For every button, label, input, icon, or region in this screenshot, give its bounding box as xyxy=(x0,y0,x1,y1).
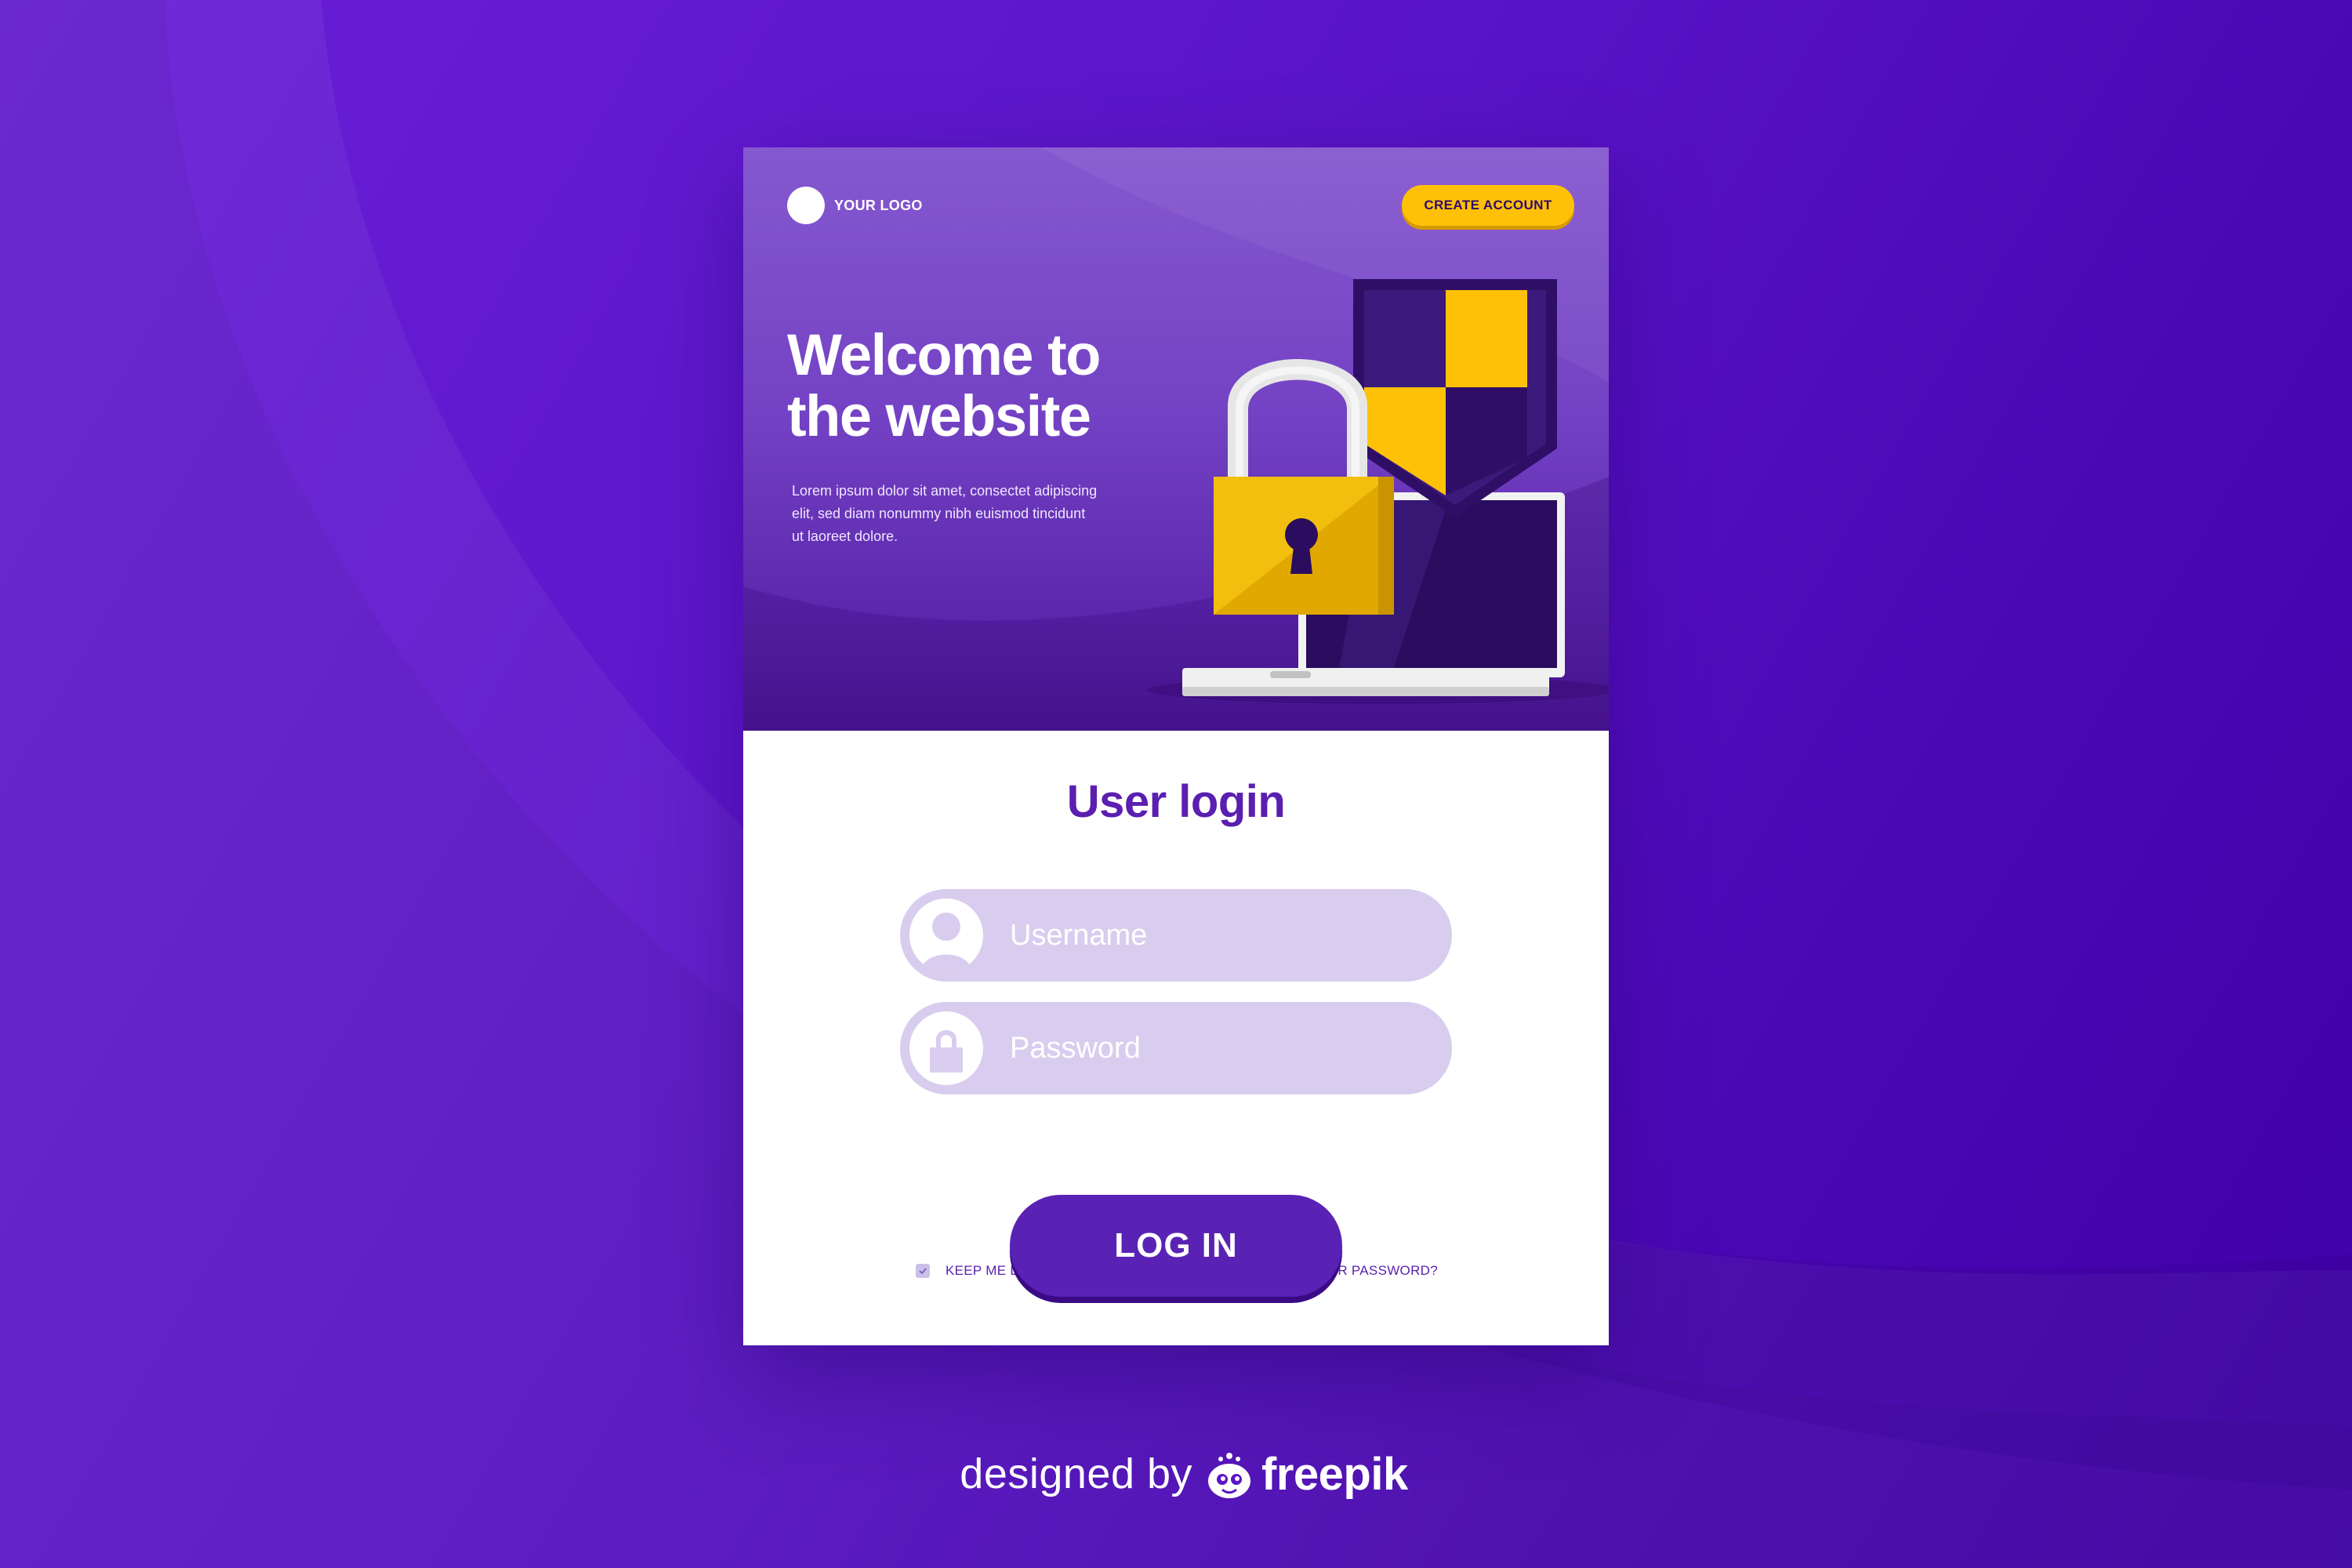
hero-title: Welcome to the website xyxy=(787,325,1226,447)
login-card: YOUR LOGO CREATE ACCOUNT Welcome to the … xyxy=(743,147,1609,1345)
credit-prefix: designed by xyxy=(960,1450,1193,1497)
freepik-mascot-icon xyxy=(1208,1453,1251,1498)
login-button[interactable]: LOG IN xyxy=(1010,1195,1342,1297)
hero-title-line-1: Welcome to xyxy=(787,322,1101,387)
create-account-button[interactable]: CREATE ACCOUNT xyxy=(1402,185,1574,226)
form-title: User login xyxy=(1066,776,1286,827)
hero-title-line-2: the website xyxy=(787,383,1091,448)
logo-text: YOUR LOGO xyxy=(834,198,923,213)
designer-credit: designed by freepik xyxy=(941,1443,1427,1505)
password-field[interactable] xyxy=(900,1002,1452,1094)
lock-icon xyxy=(909,1011,983,1085)
keep-logged-in-checkbox[interactable] xyxy=(916,1264,930,1278)
hero-banner: YOUR LOGO CREATE ACCOUNT Welcome to the … xyxy=(743,147,1609,731)
user-icon xyxy=(909,898,983,972)
username-input[interactable] xyxy=(1010,889,1433,982)
checkmark-icon xyxy=(919,1268,927,1275)
hero-subtitle: Lorem ipsum dolor sit amet, consectet ad… xyxy=(792,483,1098,544)
password-input[interactable] xyxy=(1010,1002,1433,1094)
username-field[interactable] xyxy=(900,889,1452,982)
logo-icon xyxy=(787,187,825,224)
credit-brand: freepik xyxy=(1261,1448,1408,1500)
